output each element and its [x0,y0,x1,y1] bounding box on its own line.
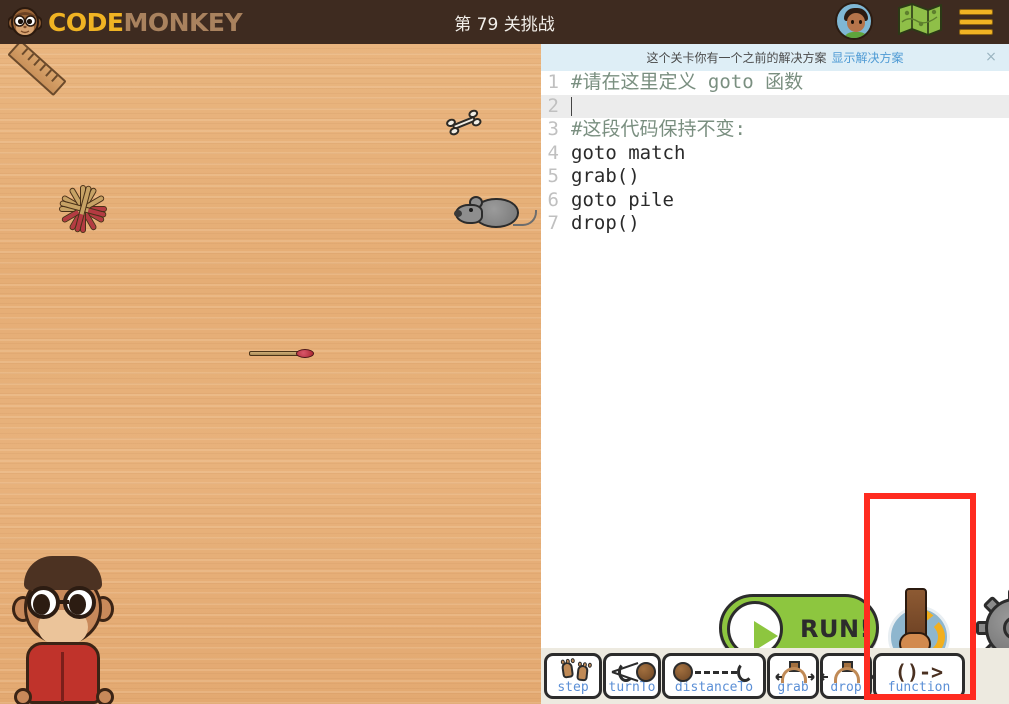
tool-function[interactable]: ()-> function [873,653,965,699]
turn-to-icon [606,659,658,683]
drop-icon [820,659,874,683]
monkey-glasses-bridge [57,600,69,604]
code-line[interactable]: 6 goto pile [541,189,1009,213]
avatar-eye-left [851,20,854,24]
header-actions [835,0,999,44]
code-text: #请在这里定义 goto 函数 [571,71,804,93]
show-solution-link[interactable]: 显示解决方案 [832,49,904,66]
avatar-eye-right [859,20,862,24]
monkey-glasses-left [27,586,60,619]
code-line[interactable]: 2 [541,94,1009,118]
sprite-player-monkey [8,556,118,704]
tool-grab[interactable]: grab [767,653,819,699]
avatar-face [847,13,865,32]
tool-distanceto[interactable]: distanceTo [662,653,766,699]
menu-bar-3 [959,29,993,35]
line-number: 3 [547,118,559,140]
logo[interactable]: CODEMONKEY [0,5,243,39]
footsteps-icon [547,657,599,683]
line-number: 5 [547,165,559,187]
codemonkey-app: CODEMONKEY 第 79 关挑战 这个关卡你有一个之前的解决方案 显示解决… [0,0,1009,704]
close-icon[interactable]: × [983,49,999,65]
code-line[interactable]: 5 grab() [541,165,1009,189]
tool-distanceto-label: distanceTo [674,680,754,695]
menu-bar-1 [959,9,993,15]
logo-code-text: CODE [48,7,124,37]
right-panel: 这个关卡你有一个之前的解决方案 显示解决方案 × 1 #请在这里定义 goto 函… [541,44,1009,704]
sprite-rat [454,194,537,236]
monkey-hand-left [14,688,32,704]
notice-text: 这个关卡你有一个之前的解决方案 [646,51,827,65]
code-text: drop() [571,212,640,234]
logo-monkey-text: MONKEY [123,7,243,37]
function-icon: ()-> [876,659,962,684]
code-text: goto pile [571,188,674,211]
page-title-text: 第 79 关挑战 [454,14,555,35]
run-button-label: RUN! [800,615,871,643]
play-icon [754,621,778,651]
sprite-match-pile [48,174,118,244]
sprite-bone [444,106,484,139]
hamburger-menu-button[interactable] [959,2,999,42]
line-number: 1 [547,71,559,93]
monkey-hair [24,556,102,590]
code-text: #这段代码保持不变: [571,118,746,140]
game-canvas[interactable] [0,44,541,704]
text-caret [571,96,572,116]
avatar[interactable] [835,2,875,42]
tool-step-label: step [557,680,589,695]
tool-turnto-label: turnTo [608,680,656,695]
avatar-icon[interactable] [835,2,873,40]
function-glyph: ()-> [894,660,944,684]
distance-to-icon [665,659,763,683]
monkey-logo-icon [7,5,43,39]
block-toolbar: step turnTo distanceTo grab drop ()-> fu… [541,648,1009,704]
code-line[interactable]: 3 #这段代码保持不变: [541,118,1009,142]
hamburger-menu-icon[interactable] [959,9,993,35]
code-line[interactable]: 7 drop() [541,212,1009,236]
monkey-hand-right [96,688,114,704]
code-line[interactable]: 1 #请在这里定义 goto 函数 [541,71,1009,95]
code-line[interactable]: 4 goto match [541,142,1009,166]
code-lines[interactable]: 1 #请在这里定义 goto 函数 2 3 #这段代码保持不变: 4 goto match 5… [541,71,1009,236]
sprite-ruler [7,44,67,97]
code-text: goto match [571,141,686,164]
match-stick [249,351,301,356]
previous-solution-notice: 这个关卡你有一个之前的解决方案 显示解决方案 × [541,44,1009,71]
grab-icon [770,659,816,683]
line-number: 2 [547,94,559,117]
line-number: 7 [547,212,559,234]
tool-step[interactable]: step [544,653,602,699]
tool-grab-label: grab [777,680,809,695]
tool-drop-label: drop [830,680,862,695]
tool-drop[interactable]: drop [820,653,874,699]
avatar-body [843,32,869,38]
logo-wordmark: CODEMONKEY [48,7,243,37]
app-header: CODEMONKEY 第 79 关挑战 [0,0,1009,44]
monkey-zipper [61,652,64,702]
map-icon[interactable] [897,2,942,42]
tool-turnto[interactable]: turnTo [603,653,661,699]
menu-bar-2 [959,19,993,25]
code-text: grab() [571,165,640,187]
line-number: 4 [547,141,559,164]
sprite-match [249,349,315,358]
line-number: 6 [547,188,559,211]
match-head [296,349,314,358]
